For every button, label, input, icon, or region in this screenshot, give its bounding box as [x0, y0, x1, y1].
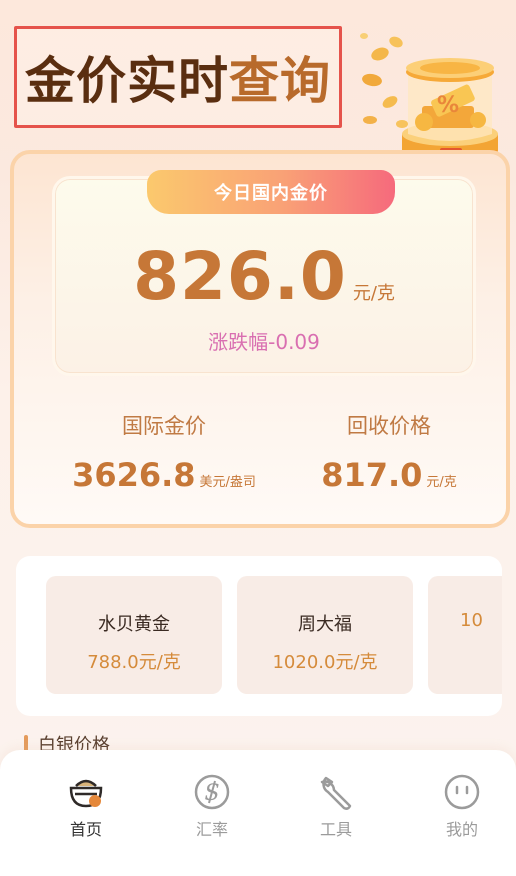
nav-label: 首页: [69, 820, 102, 839]
nav-item-home[interactable]: 首页: [36, 772, 136, 840]
nav-item-mine[interactable]: 我的: [412, 772, 512, 840]
nav-label: 我的: [445, 820, 478, 839]
brand-name: 水贝黄金: [98, 614, 170, 635]
brand-name: 周大福: [298, 614, 352, 635]
nav-item-exchange-rate[interactable]: S 汇率: [162, 772, 262, 840]
title-part-1: 金价实时: [25, 52, 229, 110]
recycle-value: 817.0: [321, 456, 423, 494]
brand-card[interactable]: 周大福 1020.0元/克: [237, 576, 413, 694]
header: 金价实时 查询 %: [0, 0, 516, 164]
face-icon: [444, 774, 480, 810]
domestic-price: 826.0 元/克: [14, 238, 514, 315]
recycle-unit: 元/克: [426, 475, 457, 490]
international-gold-price: 国际金价 3626.8 美元/盎司: [34, 410, 294, 494]
brand-price: 788.0元/克: [87, 652, 181, 673]
today-domestic-gold-tab: 今日国内金价: [147, 170, 395, 214]
home-bowl-icon: [69, 779, 103, 808]
wrench-icon: [320, 776, 352, 810]
nav-label: 汇率: [195, 820, 228, 839]
gold-price-card: 今日国内金价 826.0 元/克 涨跌幅-0.09 国际金价 3626.8 美元…: [10, 150, 510, 528]
nav-item-tools[interactable]: 工具: [286, 772, 386, 840]
domestic-price-value: 826.0: [133, 238, 347, 315]
price-change: 涨跌幅-0.09: [208, 330, 320, 354]
brand-price-list[interactable]: 水贝黄金 788.0元/克 周大福 1020.0元/克 10: [16, 556, 502, 716]
brand-card[interactable]: 10: [428, 576, 502, 694]
brand-price: 1020.0元/克: [272, 652, 378, 673]
dollar-icon: S: [194, 774, 230, 810]
bottom-navigation: 首页 S 汇率 工具 我的: [0, 750, 516, 876]
brand-card[interactable]: 水贝黄金 788.0元/克: [46, 576, 222, 694]
domestic-price-unit: 元/克: [352, 283, 395, 304]
international-unit: 美元/盎司: [199, 475, 256, 490]
international-value: 3626.8: [72, 456, 196, 494]
brand-price: 10: [460, 610, 483, 631]
recycle-price: 回收价格 817.0 元/克: [264, 410, 514, 494]
svg-text:%: %: [437, 93, 459, 118]
nav-label: 工具: [319, 820, 352, 839]
recycle-label: 回收价格: [347, 414, 431, 438]
title-part-2: 查询: [229, 52, 331, 110]
page-title: 金价实时 查询: [14, 26, 342, 128]
international-label: 国际金价: [122, 414, 206, 438]
